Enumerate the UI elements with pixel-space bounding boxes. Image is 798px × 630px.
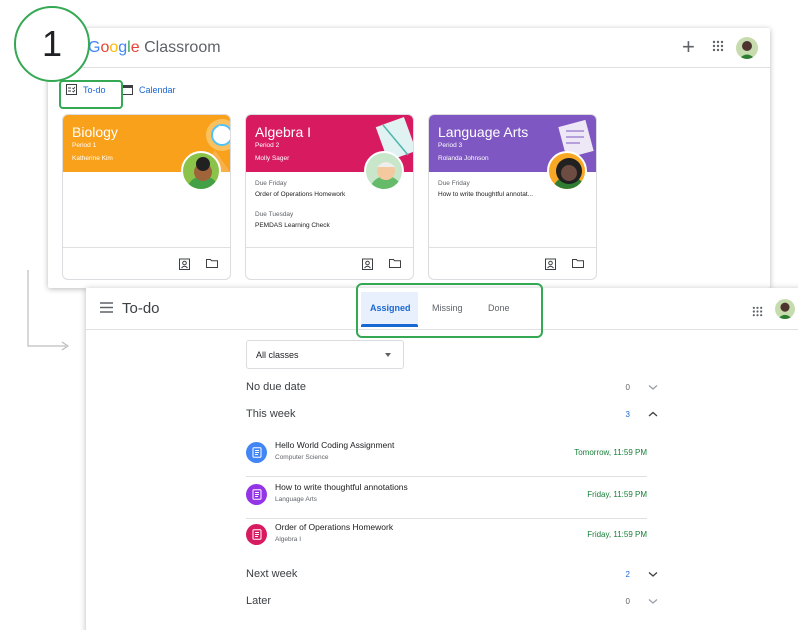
section-label: This week (246, 408, 296, 420)
due-assignment-link[interactable]: PEMDAS Learning Check (255, 222, 330, 229)
due-assignment-link[interactable]: How to write thoughtful annotat... (438, 191, 533, 198)
teacher-avatar (181, 151, 221, 191)
assignment-ind-icon[interactable] (362, 258, 373, 270)
class-card-algebra[interactable]: Algebra I Period 2 Molly Sager Due Frida… (245, 114, 414, 280)
page-title: To-do (122, 300, 160, 317)
due-assignment-link[interactable]: Order of Operations Homework (255, 191, 345, 198)
folder-icon[interactable] (206, 258, 218, 268)
item-due-date: Friday, 11:59 PM (587, 490, 647, 499)
tabs-highlight-box (356, 283, 543, 338)
item-class: Algebra I (275, 536, 302, 543)
chevron-down-icon[interactable] (647, 568, 659, 580)
class-filter-value: All classes (256, 350, 299, 360)
assignment-icon (246, 524, 267, 545)
teacher-avatar (547, 151, 587, 191)
todo-item[interactable]: Hello World Coding Assignment Computer S… (246, 440, 647, 481)
assignment-icon (246, 484, 267, 505)
divider (246, 518, 647, 519)
apps-grid-icon[interactable] (752, 304, 763, 322)
hamburger-menu-icon[interactable] (100, 302, 113, 313)
item-title: Hello World Coding Assignment (275, 440, 395, 450)
section-later[interactable]: Later 0 (246, 595, 659, 615)
card-period: Period 3 (438, 142, 463, 149)
class-card-language-arts[interactable]: Language Arts Period 3 Rolanda Johnson D… (428, 114, 597, 280)
section-this-week[interactable]: This week 3 (246, 408, 659, 428)
section-next-week[interactable]: Next week 2 (246, 568, 659, 588)
section-count: 0 (625, 597, 630, 606)
assignment-icon (246, 442, 267, 463)
card-teacher: Katherine Kim (72, 155, 113, 162)
more-vert-icon[interactable]: ⋮ (214, 124, 225, 137)
card-teacher: Rolanda Johnson (438, 155, 489, 162)
section-label: Next week (246, 568, 298, 580)
chevron-down-icon[interactable] (647, 595, 659, 607)
item-due-date: Friday, 11:59 PM (587, 530, 647, 539)
item-class: Language Arts (275, 496, 317, 503)
section-count: 3 (625, 410, 630, 419)
folder-icon[interactable] (572, 258, 584, 268)
account-avatar[interactable] (775, 299, 795, 319)
folder-icon[interactable] (389, 258, 401, 268)
section-no-due-date[interactable]: No due date 0 (246, 381, 659, 401)
classroom-header: Google Classroom + (48, 28, 770, 68)
card-period: Period 2 (255, 142, 280, 149)
divider (246, 476, 647, 477)
due-label: Due Friday (255, 180, 287, 187)
card-title: Biology (72, 124, 118, 140)
dropdown-arrow-icon (385, 353, 391, 357)
todo-highlight-box (59, 80, 123, 109)
plus-icon[interactable]: + (682, 36, 695, 58)
step-number-badge: 1 (14, 6, 90, 82)
chevron-down-icon[interactable] (647, 381, 659, 393)
classroom-home-panel: Google Classroom + To-do Calendar Biolog… (48, 28, 770, 288)
card-period: Period 1 (72, 142, 97, 149)
assignment-ind-icon[interactable] (545, 258, 556, 270)
google-classroom-logo[interactable]: Google Classroom (88, 39, 221, 57)
card-footer (429, 247, 596, 279)
item-title: Order of Operations Homework (275, 522, 394, 532)
connector-arrow-icon (27, 270, 70, 351)
class-card-biology[interactable]: Biology Period 1 Katherine Kim ⋮ (62, 114, 231, 280)
todo-item[interactable]: How to write thoughtful annotations Lang… (246, 482, 647, 523)
chevron-up-icon[interactable] (647, 408, 659, 420)
due-label: Due Tuesday (255, 211, 294, 218)
card-teacher: Molly Sager (255, 155, 290, 162)
class-filter-select[interactable]: All classes (246, 340, 404, 369)
card-title: Algebra I (255, 124, 312, 140)
card-footer (246, 247, 413, 279)
apps-grid-icon[interactable] (712, 39, 724, 57)
item-due-date: Tomorrow, 11:59 PM (574, 448, 647, 457)
item-title: How to write thoughtful annotations (275, 482, 408, 492)
calendar-nav-label: Calendar (139, 84, 176, 95)
section-label: Later (246, 595, 272, 607)
due-label: Due Friday (438, 180, 470, 187)
calendar-nav-link[interactable]: Calendar (122, 84, 176, 95)
teacher-avatar (364, 151, 404, 191)
item-class: Computer Science (275, 454, 329, 461)
todo-item[interactable]: Order of Operations Homework Algebra I F… (246, 522, 647, 563)
section-count: 2 (625, 570, 630, 579)
card-title: Language Arts (438, 124, 529, 140)
section-label: No due date (246, 381, 306, 393)
account-avatar[interactable] (736, 37, 758, 59)
card-footer (63, 247, 230, 279)
todo-page-panel: To-do Assigned Missing Done All classes … (86, 288, 798, 630)
assignment-ind-icon[interactable] (179, 258, 190, 270)
calendar-icon (122, 85, 133, 95)
section-count: 0 (625, 383, 630, 392)
